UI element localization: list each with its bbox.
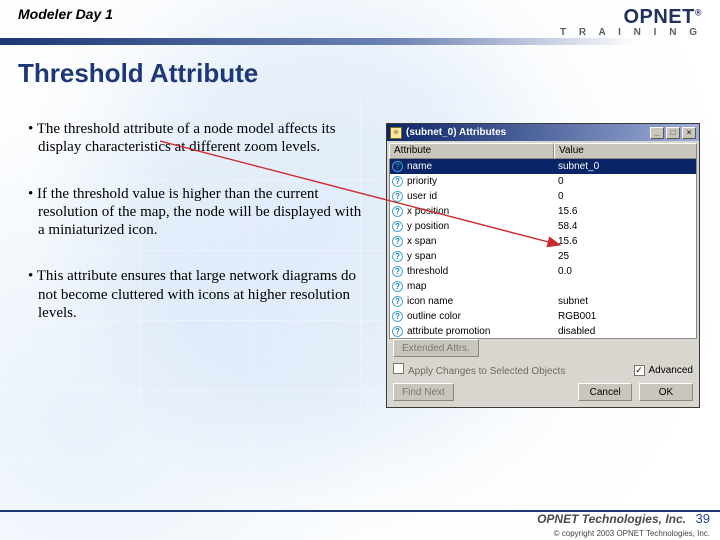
- apply-changes-label: Apply Changes to Selected Objects: [408, 366, 565, 377]
- attr-cell: ? x position: [390, 206, 554, 217]
- attr-name: y position: [407, 221, 449, 232]
- attr-cell: ? outline color: [390, 311, 554, 322]
- help-icon[interactable]: ?: [392, 311, 403, 322]
- attr-name: outline color: [407, 311, 461, 322]
- brand-name: OPNET: [623, 6, 694, 28]
- help-icon[interactable]: ?: [392, 176, 403, 187]
- attr-value[interactable]: subnet: [554, 296, 696, 307]
- ok-button[interactable]: OK: [639, 383, 693, 401]
- help-icon[interactable]: ?: [392, 206, 403, 217]
- attr-name: name: [407, 161, 432, 172]
- bullet-item: This attribute ensures that large networ…: [28, 267, 363, 322]
- attr-name: x position: [407, 206, 449, 217]
- table-row[interactable]: ? y position 58.4: [390, 219, 696, 234]
- attr-value[interactable]: 25: [554, 251, 696, 262]
- attr-cell: ? y span: [390, 251, 554, 262]
- attr-cell: ? threshold: [390, 266, 554, 277]
- attr-cell: ? map: [390, 281, 554, 292]
- attr-value[interactable]: subnet_0: [554, 161, 696, 172]
- table-row[interactable]: ? icon name subnet: [390, 294, 696, 309]
- course-label: Modeler Day 1: [18, 6, 113, 22]
- attr-name: y span: [407, 251, 436, 262]
- brand-subtitle: T R A I N I N G: [560, 27, 702, 38]
- col-value[interactable]: Value: [554, 143, 697, 159]
- attr-value[interactable]: RGB001: [554, 311, 696, 322]
- col-attribute[interactable]: Attribute: [389, 143, 554, 159]
- dialog-title: (subnet_0) Attributes: [406, 127, 650, 138]
- help-icon[interactable]: ?: [392, 251, 403, 262]
- table-row[interactable]: ? outline color RGB001: [390, 309, 696, 324]
- attr-name: map: [407, 281, 426, 292]
- help-icon[interactable]: ?: [392, 266, 403, 277]
- table-row[interactable]: ? map: [390, 279, 696, 294]
- attr-name: threshold: [407, 266, 448, 277]
- brand-logo: OPNET® T R A I N I N G: [560, 6, 702, 38]
- bullet-item: The threshold attribute of a node model …: [28, 120, 363, 157]
- attr-cell: ? x span: [390, 236, 554, 247]
- help-icon[interactable]: ?: [392, 296, 403, 307]
- table-row[interactable]: ? x position 15.6: [390, 204, 696, 219]
- dialog-titlebar[interactable]: ✳ (subnet_0) Attributes _ □ ×: [387, 124, 699, 141]
- attr-cell: ? icon name: [390, 296, 554, 307]
- table-row[interactable]: ? user id 0: [390, 189, 696, 204]
- help-icon[interactable]: ?: [392, 191, 403, 202]
- help-icon[interactable]: ?: [392, 221, 403, 232]
- attr-value[interactable]: 0.0: [554, 266, 696, 277]
- attr-cell: ? user id: [390, 191, 554, 202]
- table-row[interactable]: ? name subnet_0: [390, 159, 696, 174]
- registered-mark: ®: [695, 7, 702, 17]
- bullet-item: If the threshold value is higher than th…: [28, 185, 363, 240]
- footer-brand: OPNET Technologies, Inc.: [537, 512, 686, 526]
- advanced-checkbox[interactable]: ✓Advanced: [634, 365, 693, 376]
- copyright: © copyright 2003 OPNET Technologies, Inc…: [554, 529, 710, 538]
- minimize-icon[interactable]: _: [650, 127, 664, 139]
- table-row[interactable]: ? priority 0: [390, 174, 696, 189]
- dialog-icon: ✳: [390, 127, 402, 139]
- attr-name: x span: [407, 236, 436, 247]
- table-row[interactable]: ? y span 25: [390, 249, 696, 264]
- slide-title: Threshold Attribute: [18, 58, 258, 89]
- attr-value[interactable]: 58.4: [554, 221, 696, 232]
- attr-cell: ? name: [390, 161, 554, 172]
- attr-name: user id: [407, 191, 437, 202]
- apply-changes-checkbox[interactable]: Apply Changes to Selected Objects: [393, 363, 565, 377]
- page-number: 39: [696, 511, 710, 526]
- help-icon[interactable]: ?: [392, 161, 403, 172]
- attr-cell: ? priority: [390, 176, 554, 187]
- extended-attrs-button[interactable]: Extended Attrs.: [393, 339, 479, 357]
- cancel-button[interactable]: Cancel: [578, 383, 632, 401]
- attr-value[interactable]: 15.6: [554, 206, 696, 217]
- table-row[interactable]: ? threshold 0.0: [390, 264, 696, 279]
- advanced-label: Advanced: [649, 365, 693, 376]
- attr-cell: ? y position: [390, 221, 554, 232]
- grid-header: Attribute Value: [389, 143, 697, 159]
- help-icon[interactable]: ?: [392, 236, 403, 247]
- attr-name: priority: [407, 176, 437, 187]
- bullet-list: The threshold attribute of a node model …: [28, 120, 363, 350]
- help-icon[interactable]: ?: [392, 281, 403, 292]
- attr-value[interactable]: 0: [554, 191, 696, 202]
- attr-name: icon name: [407, 296, 453, 307]
- find-next-button[interactable]: Find Next: [393, 383, 454, 401]
- attr-value[interactable]: 0: [554, 176, 696, 187]
- attribute-grid[interactable]: ? name subnet_0? priority 0? user id 0? x posit…: [389, 159, 697, 339]
- attributes-dialog: ✳ (subnet_0) Attributes _ □ × Attribute …: [386, 123, 700, 408]
- attr-value[interactable]: 15.6: [554, 236, 696, 247]
- table-row[interactable]: ? x span 15.6: [390, 234, 696, 249]
- close-icon[interactable]: ×: [682, 127, 696, 139]
- maximize-icon[interactable]: □: [666, 127, 680, 139]
